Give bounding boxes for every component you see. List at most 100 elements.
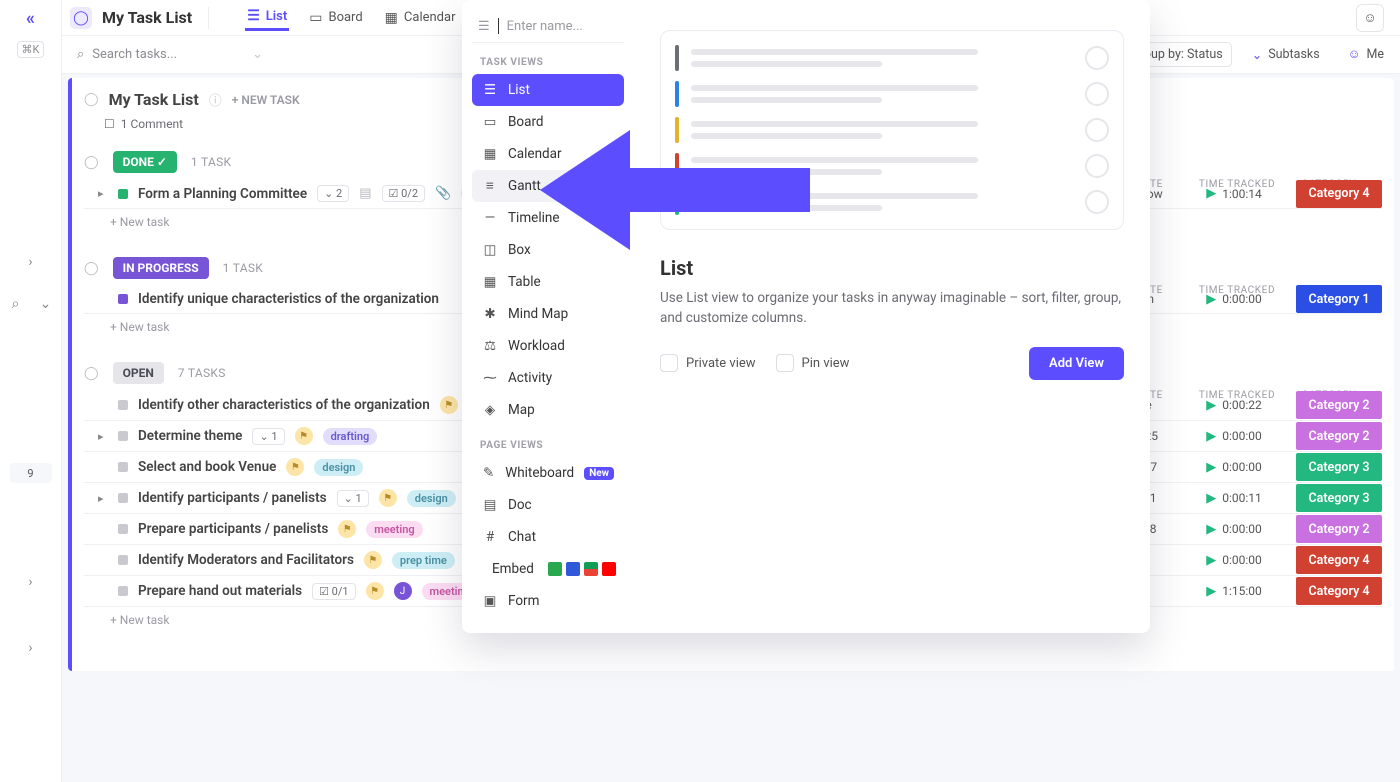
view-option-chat[interactable]: #Chat <box>472 521 624 553</box>
add-view-button[interactable]: Add View <box>1029 347 1124 380</box>
chevron-right-icon[interactable]: › <box>16 633 46 663</box>
status-square[interactable] <box>118 586 128 596</box>
calendar-icon: ▦ <box>385 10 398 26</box>
chevron-down-icon[interactable]: ⌄ <box>31 289 61 319</box>
time-tracked[interactable]: ▶0:00:00 <box>1191 292 1277 307</box>
checklist-chip[interactable]: ☑ 0/1 <box>312 583 356 600</box>
comments-label: 1 Comment <box>121 117 183 131</box>
view-option-map[interactable]: ◈Map <box>472 394 624 426</box>
view-option-timeline[interactable]: —Timeline <box>472 202 624 234</box>
time-tracked[interactable]: ▶0:00:11 <box>1191 491 1277 506</box>
time-tracked[interactable]: ▶0:00:22 <box>1191 398 1277 413</box>
category-cell[interactable]: Category 4 <box>1296 546 1382 574</box>
new-task-button[interactable]: + NEW TASK <box>232 93 300 107</box>
collapse-circle-icon[interactable]: ◯ <box>84 155 99 170</box>
preview-title: List <box>660 256 1124 280</box>
category-cell[interactable]: Category 4 <box>1296 180 1382 208</box>
expand-caret[interactable]: ▸ <box>98 430 108 443</box>
tab-calendar[interactable]: ▦ Calendar <box>383 6 458 30</box>
subtask-chip[interactable]: ⌄ 1 <box>252 428 284 445</box>
search-icon[interactable]: ⌕ <box>1 289 31 319</box>
time-tracked[interactable]: ▶0:00:00 <box>1191 429 1277 444</box>
view-name-input[interactable]: ☰ Enter name... <box>472 10 624 43</box>
task-count-pill[interactable]: 9 <box>10 463 52 483</box>
collapse-circle-icon[interactable]: ◯ <box>84 366 99 381</box>
view-option-label: Workload <box>508 338 565 354</box>
time-tracked[interactable]: ▶0:00:00 <box>1191 522 1277 537</box>
priority-icon[interactable]: ⚑ <box>295 427 313 445</box>
priority-icon[interactable]: ⚑ <box>338 520 356 538</box>
view-option-activity[interactable]: ⁓Activity <box>472 362 624 394</box>
chat-icon: # <box>482 529 498 545</box>
view-preview-card <box>660 30 1124 230</box>
priority-icon[interactable]: ⚑ <box>440 396 458 414</box>
status-square[interactable] <box>118 294 128 304</box>
task-tag[interactable]: prep time <box>392 552 455 569</box>
view-option-list[interactable]: ☰List <box>472 74 624 106</box>
space-title: My Task List <box>102 8 192 27</box>
priority-icon[interactable]: ⚑ <box>379 489 397 507</box>
time-tracked[interactable]: ▶0:00:00 <box>1191 460 1277 475</box>
time-tracked[interactable]: ▶0:00:00 <box>1191 553 1277 568</box>
time-tracked[interactable]: ▶1:00:14 <box>1191 186 1277 201</box>
status-square[interactable] <box>118 555 128 565</box>
status-square[interactable] <box>118 189 128 199</box>
status-square[interactable] <box>118 400 128 410</box>
time-tracked[interactable]: ▶1:15:00 <box>1191 584 1277 599</box>
view-option-form[interactable]: ▣Form <box>472 585 624 617</box>
task-tag[interactable]: design <box>314 459 363 476</box>
category-cell[interactable]: Category 3 <box>1296 453 1382 481</box>
me-filter[interactable]: ☺ Me <box>1340 43 1392 66</box>
category-cell[interactable]: Category 4 <box>1296 577 1382 605</box>
expand-caret[interactable]: ▸ <box>98 492 108 505</box>
doc-icon[interactable]: ▤ <box>359 186 371 201</box>
category-cell[interactable]: Category 2 <box>1296 422 1382 450</box>
view-option-whiteboard[interactable]: ✎WhiteboardNew <box>472 457 624 489</box>
status-square[interactable] <box>118 462 128 472</box>
automations-button[interactable]: ☺ <box>1356 4 1384 32</box>
task-tag[interactable]: design <box>407 490 456 507</box>
assignee-avatar[interactable]: J <box>394 582 412 600</box>
view-option-gantt[interactable]: ≡Gantt↖ <box>472 170 624 202</box>
status-square[interactable] <box>118 524 128 534</box>
chip-label: Me <box>1366 47 1384 62</box>
pin-view-checkbox[interactable]: Pin view <box>776 354 850 372</box>
expand-caret[interactable]: ▸ <box>98 187 108 200</box>
category-cell[interactable]: Category 3 <box>1296 484 1382 512</box>
view-option-table[interactable]: ▦Table <box>472 266 624 298</box>
collapse-sidebar-button[interactable]: « <box>26 8 35 29</box>
search-tasks-input[interactable]: ⌕ Search tasks... ⌄ <box>70 42 270 67</box>
category-cell[interactable]: Category 1 <box>1296 285 1382 313</box>
status-square[interactable] <box>118 431 128 441</box>
category-cell[interactable]: Category 2 <box>1296 515 1382 543</box>
private-view-checkbox[interactable]: Private view <box>660 354 756 372</box>
view-option-calendar[interactable]: ▦Calendar <box>472 138 624 170</box>
chevron-right-icon[interactable]: › <box>16 567 46 597</box>
priority-icon[interactable]: ⚑ <box>286 458 304 476</box>
tab-board[interactable]: ▭ Board <box>307 6 364 30</box>
status-pill[interactable]: OPEN <box>113 362 164 384</box>
tab-list[interactable]: ☰ List <box>245 4 289 31</box>
checklist-chip[interactable]: ☑ 0/2 <box>382 185 426 202</box>
priority-icon[interactable]: ⚑ <box>364 551 382 569</box>
view-option-workload[interactable]: ⚖Workload <box>472 330 624 362</box>
status-square[interactable] <box>118 493 128 503</box>
task-tag[interactable]: drafting <box>323 428 378 445</box>
category-cell[interactable]: Category 2 <box>1296 391 1382 419</box>
collapse-circle-icon[interactable]: ◯ <box>84 261 99 276</box>
view-option-board[interactable]: ▭Board <box>472 106 624 138</box>
attach-icon[interactable]: 📎 <box>435 186 451 201</box>
view-option-embed[interactable]: Embed <box>472 553 624 585</box>
task-tag[interactable]: meeting <box>366 521 422 538</box>
view-option-box[interactable]: ◫Box <box>472 234 624 266</box>
status-pill[interactable]: DONE ✓ <box>113 151 177 173</box>
shortcut-hint: ⌘K <box>17 41 45 58</box>
view-option-mind-map[interactable]: ✱Mind Map <box>472 298 624 330</box>
subtasks-toggle[interactable]: ⌄ Subtasks <box>1244 43 1328 67</box>
subtask-chip[interactable]: ⌄ 2 <box>317 185 349 202</box>
view-option-doc[interactable]: ▤Doc <box>472 489 624 521</box>
priority-icon[interactable]: ⚑ <box>366 582 384 600</box>
status-pill[interactable]: IN PROGRESS <box>113 257 209 279</box>
chevron-right-icon[interactable]: › <box>16 247 46 277</box>
subtask-chip[interactable]: ⌄ 1 <box>337 490 369 507</box>
